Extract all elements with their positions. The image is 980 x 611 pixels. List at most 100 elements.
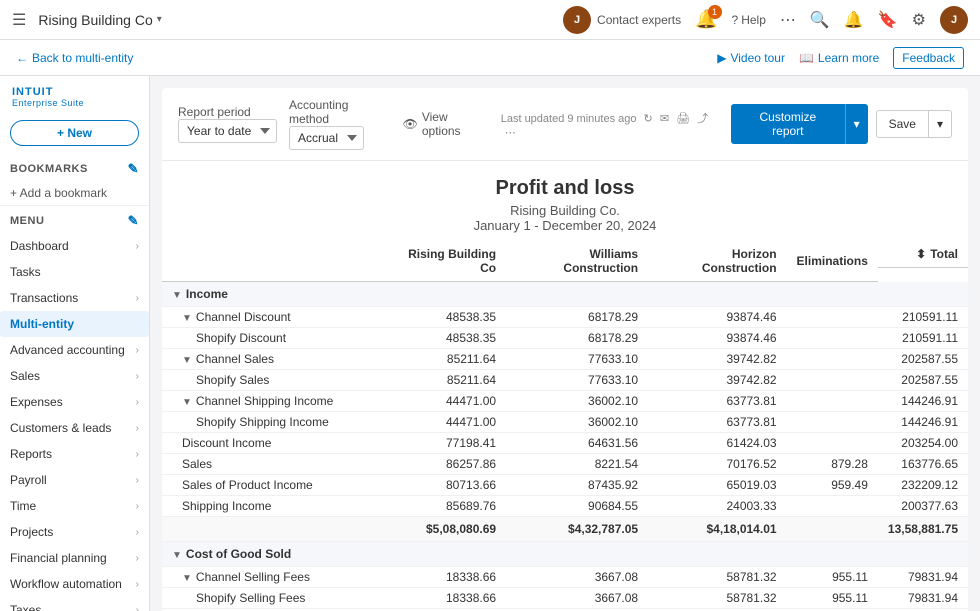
view-options-label: View options <box>422 110 489 138</box>
cell-rising: 44471.00 <box>382 412 506 433</box>
cogs-collapse-icon[interactable]: ▼ <box>172 550 182 561</box>
income-collapse-icon[interactable]: ▼ <box>172 290 182 301</box>
menu-section: MENU ✎ Dashboard › Tasks Transactions › … <box>0 206 149 611</box>
report-period-select[interactable]: Year to date <box>178 119 277 143</box>
report-period-group: Report period Year to date <box>178 105 277 143</box>
sort-icon[interactable]: ⬍ <box>916 247 926 261</box>
bookmarks-edit-icon[interactable]: ✎ <box>128 161 139 177</box>
cell-eliminations <box>787 328 878 349</box>
search-icon[interactable]: 🔍 <box>810 10 830 30</box>
sidebar-item-tasks-label: Tasks <box>10 265 41 279</box>
cell-rising: 77198.41 <box>382 433 506 454</box>
cell-rising: 48538.35 <box>382 328 506 349</box>
sidebar-item-projects[interactable]: Projects › <box>0 519 149 545</box>
apps-icon[interactable]: ⋯ <box>780 10 796 30</box>
header-right: J Contact experts 🔔 1 ? Help ⋯ 🔍 🔔 🔖 ⚙ J <box>563 6 968 34</box>
sidebar-item-dashboard[interactable]: Dashboard › <box>0 233 149 259</box>
cell-williams: 36002.10 <box>506 412 648 433</box>
sidebar-item-taxes[interactable]: Taxes › <box>0 597 149 611</box>
accounting-method-group: Accounting method Accrual <box>289 98 391 150</box>
chevron-right-icon: › <box>136 241 139 252</box>
view-options-button[interactable]: 👁 View options <box>403 110 489 138</box>
back-to-multi-entity-link[interactable]: ← Back to multi-entity <box>16 51 133 65</box>
more-icon[interactable]: ⋯ <box>505 127 516 139</box>
hamburger-icon[interactable]: ☰ <box>12 10 26 30</box>
print-icon[interactable]: 🖨 <box>676 113 690 125</box>
cogs-label: ▼Cost of Good Sold <box>162 542 968 567</box>
cell-horizon: 63773.81 <box>648 391 786 412</box>
sidebar-item-multi-entity[interactable]: Multi-entity <box>0 311 149 337</box>
sidebar-item-transactions[interactable]: Transactions › <box>0 285 149 311</box>
sidebar-item-sales-label: Sales <box>10 369 40 383</box>
cell-eliminations <box>787 412 878 433</box>
sidebar-item-projects-label: Projects <box>10 525 53 539</box>
bookmarks-section: BOOKMARKS ✎ + Add a bookmark <box>0 154 149 206</box>
channel-discount-collapse-icon[interactable]: ▼ <box>182 313 192 324</box>
accounting-method-select[interactable]: Accrual <box>289 126 364 150</box>
sidebar-item-sales[interactable]: Sales › <box>0 363 149 389</box>
sidebar-item-financial-planning[interactable]: Financial planning › <box>0 545 149 571</box>
table-row: Discount Income 77198.41 64631.56 61424.… <box>162 433 968 454</box>
new-button[interactable]: + New <box>10 120 139 146</box>
table-row: ▼Channel Sales 85211.64 77633.10 39742.8… <box>162 349 968 370</box>
last-updated-text: Last updated 9 minutes ago ↻ ✉ 🖨 ⤴ ⋯ <box>501 110 723 139</box>
contact-experts-button[interactable]: J Contact experts <box>563 6 681 34</box>
sidebar-item-advanced-accounting[interactable]: Advanced accounting › <box>0 337 149 363</box>
cell-rising: 80713.66 <box>382 475 506 496</box>
email-icon[interactable]: ✉ <box>660 113 669 125</box>
cell-eliminations <box>787 349 878 370</box>
settings-icon[interactable]: ⚙ <box>912 10 926 30</box>
sidebar-item-workflow-automation[interactable]: Workflow automation › <box>0 571 149 597</box>
channel-sales-collapse-icon[interactable]: ▼ <box>182 355 192 366</box>
profile-avatar[interactable]: J <box>940 6 968 34</box>
cell-total: 79831.94 <box>878 567 968 588</box>
customize-report-dropdown[interactable]: ▾ <box>845 104 868 144</box>
learn-more-link[interactable]: 📖 Learn more <box>799 51 879 65</box>
bell-icon[interactable]: 🔔 <box>844 10 864 30</box>
video-tour-link[interactable]: ▶ Video tour <box>717 51 785 65</box>
add-bookmark-button[interactable]: + Add a bookmark <box>0 181 149 205</box>
table-row: Sales of Product Income 80713.66 87435.9… <box>162 475 968 496</box>
sidebar-item-expenses[interactable]: Expenses › <box>0 389 149 415</box>
refresh-icon[interactable]: ↻ <box>644 113 653 125</box>
save-button[interactable]: Save <box>876 110 929 138</box>
sidebar-item-payroll[interactable]: Payroll › <box>0 467 149 493</box>
col-header-williams: Williams Construction <box>506 241 648 282</box>
customize-report-button[interactable]: Customize report <box>731 104 844 144</box>
cell-total: 144246.91 <box>878 412 968 433</box>
sidebar-item-customers-leads[interactable]: Customers & leads › <box>0 415 149 441</box>
channel-shipping-collapse-icon[interactable]: ▼ <box>182 397 192 408</box>
sub-header-right: ▶ Video tour 📖 Learn more Feedback <box>717 47 964 69</box>
company-selector[interactable]: Rising Building Co ▾ <box>38 12 161 28</box>
back-link-label: Back to multi-entity <box>32 51 133 65</box>
row-label: Shopify Selling Fees <box>162 588 382 609</box>
save-dropdown-button[interactable]: ▾ <box>929 110 952 138</box>
help-button[interactable]: ? Help <box>732 13 766 27</box>
chevron-right-icon: › <box>136 371 139 382</box>
menu-edit-icon[interactable]: ✎ <box>128 213 139 229</box>
sidebar-item-reports[interactable]: Reports › <box>0 441 149 467</box>
income-label: ▼Income <box>162 282 968 307</box>
income-subtotal-row: $5,08,080.69 $4,32,787.05 $4,18,014.01 1… <box>162 517 968 542</box>
sidebar-item-tasks[interactable]: Tasks <box>0 259 149 285</box>
feedback-button[interactable]: Feedback <box>893 47 964 69</box>
toolbar-right: Last updated 9 minutes ago ↻ ✉ 🖨 ⤴ ⋯ Cus… <box>501 104 952 144</box>
cell-eliminations: 879.28 <box>787 454 878 475</box>
cell-total: 163776.65 <box>878 454 968 475</box>
sidebar-item-time[interactable]: Time › <box>0 493 149 519</box>
cell-total: 210591.11 <box>878 307 968 328</box>
sidebar-item-customers-leads-label: Customers & leads <box>10 421 111 435</box>
bookmark-icon[interactable]: 🔖 <box>878 10 898 30</box>
cell-total: 232209.12 <box>878 475 968 496</box>
cell-horizon: 58781.32 <box>648 567 786 588</box>
share-icon[interactable]: ⤴ <box>697 113 708 125</box>
table-row: Shipping Income 85689.76 90684.55 24003.… <box>162 496 968 517</box>
notification-icon[interactable]: 🔔 1 <box>695 9 717 30</box>
eye-icon: 👁 <box>403 117 418 131</box>
channel-selling-collapse-icon[interactable]: ▼ <box>182 573 192 584</box>
cell-horizon: 61424.03 <box>648 433 786 454</box>
cell-williams: 3667.08 <box>506 588 648 609</box>
table-row: ▼Channel Discount 48538.35 68178.29 9387… <box>162 307 968 328</box>
cell-total: 79831.94 <box>878 588 968 609</box>
col-header-name <box>162 241 382 282</box>
